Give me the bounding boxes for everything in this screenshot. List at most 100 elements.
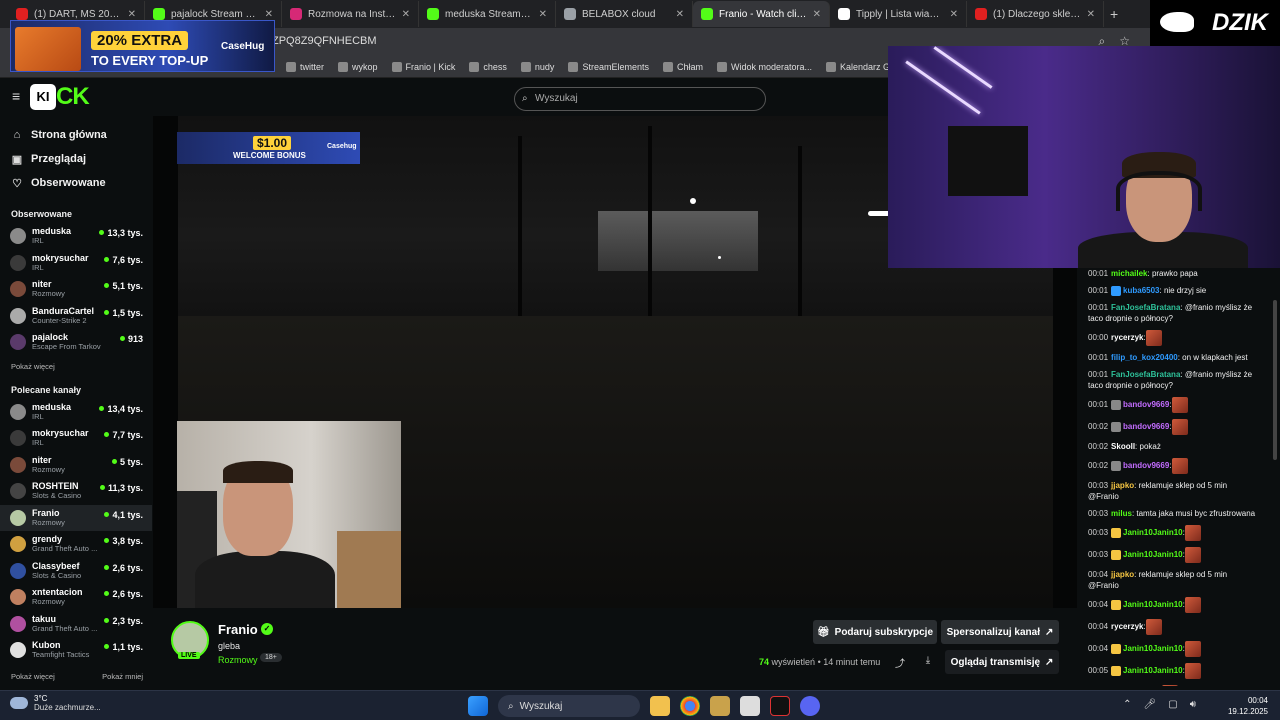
browser-tab[interactable]: Tipply | Lista wiadomości ✕ [830,1,967,27]
gift-icon: 🎁︎ [816,626,830,638]
bookmark-item[interactable]: twitter [286,61,324,72]
sidebar-channel-item[interactable]: mokrysuchar IRL 7,7 tys. [0,425,152,452]
sidebar-channel-item[interactable]: mokrysuchar IRL 7,6 tys. [0,250,152,277]
close-icon[interactable]: ✕ [813,9,821,20]
photos-icon[interactable] [740,696,760,716]
browser-tab[interactable]: meduska Stream - Watch ✕ [419,1,556,27]
browser-tab[interactable]: (1) Dlaczego sklep sp ✕ [967,1,1104,27]
sidebar-channel-item[interactable]: niter Rozmowy 5,1 tys. [0,276,152,303]
stream-category[interactable]: Rozmowy [218,655,258,665]
sidebar-channel-item[interactable]: Classybeef Slots & Casino 2,6 tys. [0,558,152,585]
bookmark-item[interactable]: wykop [338,61,378,72]
sidebar-channel-item[interactable]: meduska IRL 13,4 tys. [0,399,152,426]
chat-username[interactable]: milus [1111,509,1132,518]
bookmark-item[interactable]: Franio | Kick [391,61,455,72]
chat-username[interactable]: Janin10Janin10 [1123,666,1183,675]
watch-stream-button[interactable]: Oglądaj transmisję ↗ [945,650,1059,674]
chat-messages[interactable]: 00:01 michailek: prawko papa 00:01 kuba6503… [1088,268,1260,686]
chat-username[interactable]: Skooll [1111,442,1135,451]
sidebar-nav-item[interactable]: ⌂ Strona główna [0,123,152,147]
player-ad-banner[interactable]: $1.00 WELCOME BONUS Casehug [177,132,360,164]
bookmark-item[interactable]: StreamElements [568,61,649,72]
network-icon[interactable]: ▢ [1168,699,1177,710]
taskbar-search[interactable]: ⌕ Wyszukaj [498,695,640,717]
chat-username[interactable]: jjapko [1111,570,1134,579]
tab-title: (1) DART, MŚ 2025: SESJA [34,8,122,20]
download-icon[interactable]: ⤓ [919,655,937,669]
chat-username[interactable]: rycerzyk [1111,622,1143,631]
gift-subscription-label: Podaruj subskrypcje [834,626,934,638]
browser-tab[interactable]: Franio - Watch clips o ✕ [693,1,830,27]
browser-tab[interactable]: Rozmowa na Instagramie ✕ [282,1,419,27]
sidebar-channel-item[interactable]: Kubon Teamfight Tactics 1,1 tys. [0,637,152,664]
bookmark-item[interactable]: nudy [520,61,554,72]
sidebar-channel-item[interactable]: BanduraCartel Counter-Strike 2 1,5 tys. [0,303,152,330]
bookmark-item[interactable]: Widok moderatora... [716,61,812,72]
microphone-icon[interactable]: 🎤︎ [1144,699,1157,710]
chat-username[interactable]: bandov9669 [1123,461,1169,470]
show-more-link[interactable]: Pokaż więcej [0,362,152,371]
close-icon[interactable]: ✕ [128,9,136,20]
chat-username[interactable]: bandov9669 [1123,400,1169,409]
app-icon[interactable] [710,696,730,716]
discord-icon[interactable] [800,696,820,716]
sidebar-channel-item[interactable]: meduska IRL 13,3 tys. [0,223,152,250]
sidebar-channel-item[interactable]: pajalock Escape From Tarkov 913 [0,329,152,356]
file-explorer-icon[interactable] [650,696,670,716]
chat-message: 00:04 rycerzyk: [1088,619,1260,635]
close-icon[interactable]: ✕ [539,9,547,20]
bookmark-item[interactable]: chess [469,61,507,72]
browser-tab[interactable]: BELABOX cloud ✕ [556,1,693,27]
show-less-link[interactable]: Pokaż mniej [102,672,143,681]
windows-start-icon[interactable] [468,696,488,716]
chat-username[interactable]: bandov9669 [1123,422,1169,431]
chat-username[interactable]: rycerzyk [1111,333,1143,342]
chat-username[interactable]: michailek [1111,269,1147,278]
chat-username[interactable]: kuba6503 [1123,286,1159,295]
streamer-name[interactable]: Franio [218,622,258,637]
sidebar-channel-item[interactable]: takuu Grand Theft Auto ... 2,3 tys. [0,611,152,638]
chat-username[interactable]: Janin10Janin10 [1123,644,1183,653]
weather-widget[interactable]: 3°C Duże zachmurze... [10,694,101,712]
channel-viewers: 11,3 tys. [100,483,143,493]
sidebar-channel-item[interactable]: grendy Grand Theft Auto ... 3,8 tys. [0,531,152,558]
customize-channel-button[interactable]: Spersonalizuj kanał ↗ [941,620,1059,644]
new-tab-icon[interactable]: + [1110,6,1118,22]
volume-icon[interactable]: 🔊︎ [1190,699,1196,710]
close-icon[interactable]: ✕ [402,9,410,20]
epic-games-icon[interactable] [770,696,790,716]
channel-avatar [10,254,26,271]
bookmark-label: chess [483,61,507,72]
sidebar-channel-item[interactable]: Franio Rozmowy 4,1 tys. [0,504,152,531]
top-banner-ad[interactable]: 20% EXTRA TO EVERY TOP-UP CaseHug [10,20,275,72]
bookmark-item[interactable]: Chłam [662,61,703,72]
share-icon[interactable]: ⤴ [891,655,909,670]
chat-username[interactable]: Janin10Janin10 [1123,528,1183,537]
search-input[interactable]: ⌕ Wyszukaj [514,87,766,111]
chat-username[interactable]: Janin10Janin10 [1123,550,1183,559]
chat-username[interactable]: Janin10Janin10 [1123,600,1183,609]
close-icon[interactable]: ✕ [950,9,958,20]
chat-scrollbar[interactable] [1273,300,1277,460]
show-more-link[interactable]: Pokaż więcej [11,672,55,681]
sidebar-channel-item[interactable]: niter Rozmowy 5 tys. [0,452,152,479]
sidebar-channel-item[interactable]: ROSHTEIN Slots & Casino 11,3 tys. [0,478,152,505]
sidebar-nav-item[interactable]: ♡ Obserwowane [0,171,152,195]
kick-logo[interactable]: KI CK [30,84,96,110]
url-text[interactable]: ZPQ8Z9QFNHECBM [272,35,377,47]
stream-tag[interactable]: 18+ [260,653,282,662]
chat-username[interactable]: jjapko [1111,481,1134,490]
chat-username[interactable]: FanJosefaBratana [1111,370,1180,379]
chrome-icon[interactable] [680,696,700,716]
sidebar-channel-item[interactable]: xntentacion Rozmowy 2,6 tys. [0,584,152,611]
close-icon[interactable]: ✕ [676,9,684,20]
close-icon[interactable]: ✕ [1087,9,1095,20]
menu-icon[interactable]: ≡ [12,89,24,103]
sidebar-nav-item[interactable]: ▣ Przeglądaj [0,147,152,171]
close-icon[interactable]: ✕ [265,9,273,20]
gift-subscription-button[interactable]: 🎁︎ Podaruj subskrypcje [813,620,937,644]
chevron-up-icon[interactable]: ⌃ [1123,699,1131,710]
system-clock[interactable]: 00:04 19.12.2025 [1228,695,1268,717]
chat-username[interactable]: filip_to_kox20400 [1111,353,1178,362]
chat-username[interactable]: FanJosefaBratana [1111,303,1180,312]
